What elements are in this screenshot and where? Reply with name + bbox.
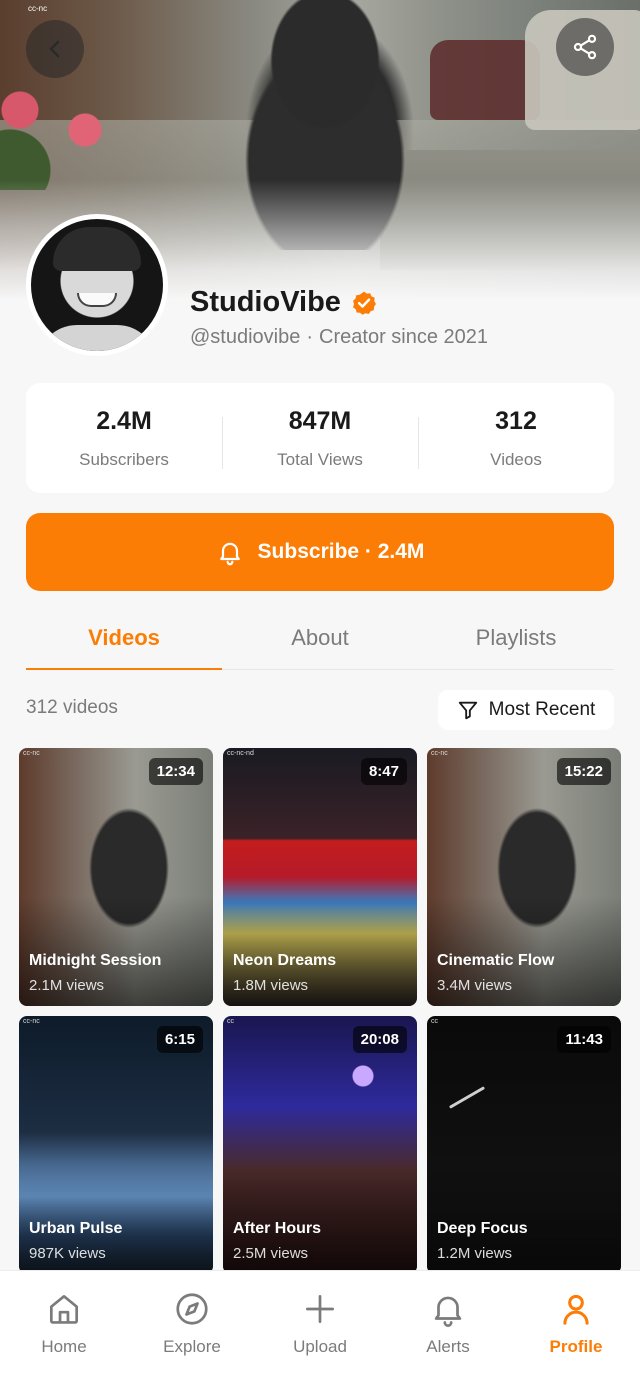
tab-playlists[interactable]: Playlists	[418, 606, 614, 669]
share-button[interactable]	[556, 18, 614, 76]
nav-label: Home	[41, 1337, 87, 1356]
license-tag: cc-nc	[431, 750, 448, 757]
avatar-hair	[53, 227, 141, 271]
video-card[interactable]: cc 11:43 Deep Focus 1.2M views	[427, 1016, 621, 1274]
video-card[interactable]: cc-nc-nd 8:47 Neon Dreams 1.8M views	[223, 748, 417, 1006]
banner-watermark: cc-nc	[28, 4, 48, 13]
compass-icon	[172, 1289, 212, 1329]
avatar-smile	[77, 293, 117, 307]
license-tag: cc	[431, 1018, 438, 1025]
channel-name-row: StudioVibe	[190, 286, 377, 319]
video-title: Midnight Session	[29, 952, 162, 969]
nav-label: Profile	[549, 1337, 603, 1356]
video-title: Deep Focus	[437, 1220, 528, 1237]
subscribe-label: Subscribe · 2.4M	[257, 540, 425, 563]
channel-stats: 2.4M Subscribers 847M Total Views 312 Vi…	[26, 383, 614, 493]
back-button[interactable]	[26, 20, 84, 78]
stat-value: 2.4M	[96, 406, 152, 435]
filter-icon	[458, 701, 477, 720]
home-icon	[44, 1289, 84, 1329]
nav-item-home[interactable]: Home	[0, 1271, 128, 1387]
nav-item-alerts[interactable]: Alerts	[384, 1271, 512, 1387]
creator-since: Creator since 2021	[319, 326, 489, 348]
stat-label: Videos	[490, 449, 542, 469]
sort-dropdown[interactable]: Most Recent	[438, 690, 614, 730]
bell-icon	[428, 1289, 468, 1329]
license-tag: cc-nc-nd	[227, 750, 254, 757]
bell-icon	[219, 542, 240, 566]
banner-car	[430, 40, 540, 120]
chevron-left-icon	[49, 40, 60, 58]
video-views: 1.8M views	[233, 977, 309, 994]
avatar-photo	[31, 219, 163, 351]
video-title: Cinematic Flow	[437, 952, 555, 969]
tab-videos[interactable]: Videos	[26, 606, 222, 670]
license-tag: cc-nc	[23, 1018, 40, 1025]
video-views: 2.1M views	[29, 977, 105, 994]
nav-item-profile[interactable]: Profile	[512, 1271, 640, 1387]
stat-total-views: 847M Total Views	[222, 407, 418, 470]
video-duration: 6:15	[156, 1026, 203, 1053]
video-card[interactable]: cc-nc 6:15 Urban Pulse 987K views	[19, 1016, 213, 1274]
stat-value: 847M	[288, 406, 352, 435]
video-duration: 11:43	[557, 1026, 611, 1053]
tab-about[interactable]: About	[222, 606, 418, 669]
stat-subscribers: 2.4M Subscribers	[26, 407, 222, 470]
channel-name: StudioVibe	[190, 286, 341, 318]
avatar-shirt	[37, 325, 157, 351]
avatar[interactable]	[26, 214, 168, 356]
banner-flowers	[0, 70, 110, 190]
stat-label: Total Views	[277, 449, 363, 469]
nav-label: Upload	[293, 1337, 347, 1356]
channel-meta: @studiovibe · Creator since 2021	[190, 326, 488, 349]
video-views: 987K views	[29, 1245, 106, 1262]
video-card[interactable]: cc-nc 12:34 Midnight Session 2.1M views	[19, 748, 213, 1006]
verified-badge-icon	[352, 291, 376, 315]
user-icon	[556, 1289, 596, 1329]
meta-separator: ·	[306, 326, 314, 348]
license-tag: cc-nc	[23, 750, 40, 757]
nav-label: Alerts	[426, 1337, 470, 1356]
video-grid: cc-nc 12:34 Midnight Session 2.1M views …	[19, 748, 621, 1274]
video-views: 3.4M views	[437, 977, 513, 994]
video-title: Urban Pulse	[29, 1220, 123, 1237]
video-title: After Hours	[233, 1220, 322, 1237]
profile-tabs: Videos About Playlists	[26, 606, 614, 670]
subscribe-button[interactable]: Subscribe · 2.4M	[26, 513, 614, 591]
stat-videos: 312 Videos	[418, 407, 614, 470]
channel-handle: @studiovibe	[190, 326, 301, 348]
video-views: 2.5M views	[233, 1245, 309, 1262]
license-tag: cc	[227, 1018, 234, 1025]
video-duration: 20:08	[352, 1026, 407, 1053]
video-title: Neon Dreams	[233, 952, 337, 969]
video-duration: 15:22	[556, 758, 611, 785]
video-views: 1.2M views	[437, 1245, 513, 1262]
video-duration: 12:34	[148, 758, 203, 785]
bottom-navigation: Home Explore Upload Alerts Profile	[0, 1270, 640, 1387]
sort-label: Most Recent	[488, 699, 596, 720]
stat-label: Subscribers	[79, 449, 169, 469]
nav-item-upload[interactable]: Upload	[256, 1271, 384, 1387]
plus-icon	[300, 1289, 340, 1329]
video-duration: 8:47	[360, 758, 407, 785]
stat-value: 312	[495, 406, 537, 435]
nav-label: Explore	[163, 1337, 221, 1356]
video-card[interactable]: cc-nc 15:22 Cinematic Flow 3.4M views	[427, 748, 621, 1006]
video-count: 312 videos	[26, 697, 118, 718]
thumbnail-streak	[448, 1086, 486, 1109]
share-icon	[573, 34, 597, 60]
nav-item-explore[interactable]: Explore	[128, 1271, 256, 1387]
video-card[interactable]: cc 20:08 After Hours 2.5M views	[223, 1016, 417, 1274]
